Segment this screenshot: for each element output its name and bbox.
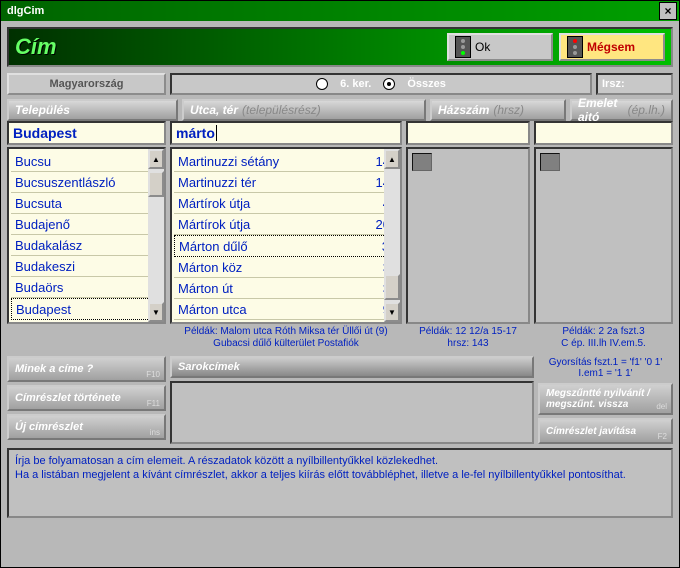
megszunt-button[interactable]: Megszűntté nyilvánít / megszűnt. visszad…: [538, 383, 673, 415]
col-utca: Utca, tér(településrész): [182, 99, 426, 121]
emelet-input[interactable]: [534, 121, 673, 145]
list-item[interactable]: Mártonfa utca12: [174, 320, 398, 324]
radio-all[interactable]: [383, 78, 395, 90]
col-emelet: Emelet ajtó(ép.lh.): [570, 99, 673, 121]
gyorsitas-label: Gyorsítás fszt.1 = 'f1' '0 1'I.em1 = '1 …: [538, 356, 673, 380]
window: dlgCim × Cím Ok Mégsem Magyarország 6. k…: [0, 0, 680, 568]
scroll-thumb[interactable]: [148, 171, 164, 197]
list-item[interactable]: Martinuzzi tér14: [174, 172, 398, 193]
list-item[interactable]: Mártírok útja20: [174, 214, 398, 235]
irsz-label: Irsz:: [596, 73, 673, 95]
emelet-box: [534, 147, 673, 324]
list-item[interactable]: Bucsuta: [11, 193, 162, 214]
telepules-input[interactable]: Budapest: [7, 121, 166, 145]
col-hazszam: Házszám(hrsz): [430, 99, 566, 121]
titlebar: dlgCim ×: [1, 1, 679, 21]
hint-emelet: Példák: 2 2a fszt.3C ép. III.lh IV.em.5.: [534, 324, 673, 352]
utca-input[interactable]: márto: [170, 121, 402, 145]
scrollbar[interactable]: ▲ ▼: [148, 149, 164, 322]
country-button[interactable]: Magyarország: [7, 73, 166, 95]
list-item[interactable]: Bucsu: [11, 151, 162, 172]
history-button[interactable]: Címrészlet történeteF11: [7, 385, 166, 411]
list-item[interactable]: Budapest: [11, 298, 162, 320]
scroll-down-icon[interactable]: ▼: [384, 302, 400, 322]
title: dlgCim: [7, 5, 44, 17]
header-title: Cím: [15, 34, 57, 60]
telepules-list[interactable]: BucsuBucsuszentlászlóBucsutaBudajenőBuda…: [7, 147, 166, 324]
list-item[interactable]: Martinuzzi sétány14: [174, 151, 398, 172]
fix-button[interactable]: Címrészlet javításaF2: [538, 418, 673, 444]
cancel-button[interactable]: Mégsem: [559, 33, 665, 61]
header-bar: Cím Ok Mégsem: [7, 27, 673, 67]
list-item[interactable]: Márton út3: [174, 278, 398, 299]
scroll-thumb[interactable]: [384, 274, 400, 300]
list-item[interactable]: Mártírok útja4: [174, 193, 398, 214]
scroll-up-icon[interactable]: ▲: [148, 149, 164, 169]
col-telepules: Település: [7, 99, 178, 121]
new-part-button[interactable]: Új címrészletins: [7, 414, 166, 440]
list-item[interactable]: Bucsuszentlászló: [11, 172, 162, 193]
hint-hazszam: Példák: 12 12/a 15-17hrsz: 143: [406, 324, 530, 352]
hint-utca: Példák: Malom utca Róth Miksa tér Üllői …: [170, 324, 402, 352]
ok-button[interactable]: Ok: [447, 33, 553, 61]
district-radio-group: 6. ker. Összes: [170, 73, 592, 95]
list-item[interactable]: Budakalász: [11, 235, 162, 256]
sarokcimek-box: [170, 381, 534, 444]
traffic-light-icon: [455, 36, 471, 58]
help-text: Írja be folyamatosan a cím elemeit. A ré…: [7, 448, 673, 518]
list-item[interactable]: Márton dűlő3: [174, 235, 398, 257]
list-item[interactable]: Márton utca9: [174, 299, 398, 320]
minek-button[interactable]: Minek a címe ?F10: [7, 356, 166, 382]
scroll-down-icon[interactable]: ▼: [148, 302, 164, 322]
list-item[interactable]: Buqac: [11, 320, 162, 324]
sarokcimek-header: Sarokcímek: [170, 356, 534, 378]
radio-district[interactable]: [316, 78, 328, 90]
list-item[interactable]: Márton köz3: [174, 257, 398, 278]
scroll-up-icon[interactable]: ▲: [384, 149, 400, 169]
traffic-light-icon: [567, 36, 583, 58]
hazszam-box: [406, 147, 530, 324]
scrollbar[interactable]: ▲ ▼: [384, 149, 400, 322]
list-item[interactable]: Budakeszi: [11, 256, 162, 277]
hazszam-input[interactable]: [406, 121, 530, 145]
close-icon[interactable]: ×: [659, 2, 677, 20]
utca-list[interactable]: Martinuzzi sétány14Martinuzzi tér14Mártí…: [170, 147, 402, 324]
list-item[interactable]: Budajenő: [11, 214, 162, 235]
list-item[interactable]: Budaörs: [11, 277, 162, 298]
